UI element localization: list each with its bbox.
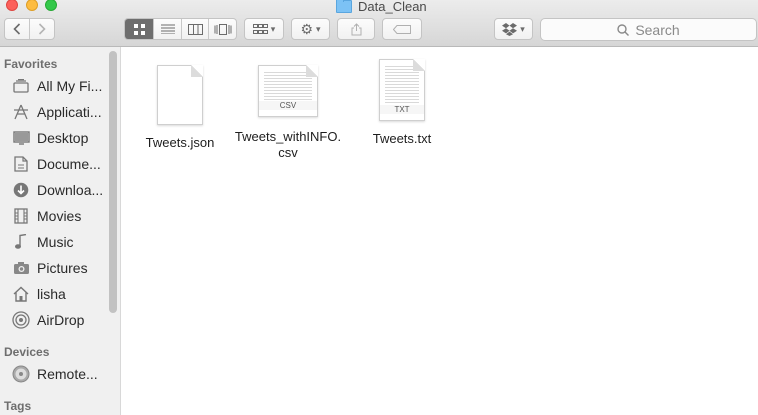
file-name: Tweets.txt	[372, 131, 432, 146]
list-icon	[160, 24, 175, 34]
sidebar-item-music[interactable]: Music	[0, 231, 112, 253]
file-browser-content: Tweets.json CSV Tweets_withINFO. csv TXT…	[121, 47, 758, 415]
chevron-right-icon	[38, 23, 46, 35]
chevron-down-icon: ▾	[270, 23, 276, 34]
zoom-window-button[interactable]	[45, 0, 57, 11]
close-window-button[interactable]	[6, 0, 18, 11]
sidebar-item-label: Remote...	[37, 366, 98, 382]
file-item-tweets-withinfo-csv[interactable]: CSV Tweets_withINFO. csv	[233, 65, 343, 161]
csv-file-icon: CSV	[258, 65, 318, 117]
sidebar: Favorites All My Fi... Applicati... Desk…	[0, 47, 121, 415]
file-item-tweets-txt[interactable]: TXT Tweets.txt	[362, 59, 442, 147]
icon-view-button[interactable]	[125, 19, 154, 39]
forward-button[interactable]	[30, 19, 54, 39]
sidebar-item-downloads[interactable]: Downloa...	[0, 179, 112, 201]
documents-icon	[11, 155, 31, 173]
tag-icon	[393, 24, 411, 34]
sidebar-item-label: Pictures	[37, 260, 88, 276]
arrange-icon	[252, 24, 268, 34]
search-placeholder: Search	[635, 21, 680, 38]
sidebar-item-movies[interactable]: Movies	[0, 205, 112, 227]
sidebar-item-label: Desktop	[37, 130, 89, 146]
txt-badge: TXT	[380, 105, 424, 114]
action-button[interactable]: ⚙ ▾	[291, 18, 330, 40]
airdrop-icon	[11, 311, 31, 329]
arrange-button[interactable]: ▾	[244, 18, 284, 40]
tags-button[interactable]	[382, 18, 422, 40]
back-forward-buttons	[4, 18, 55, 40]
sidebar-scrollbar[interactable]	[109, 51, 117, 313]
downloads-icon	[11, 181, 31, 199]
txt-file-icon: TXT	[379, 59, 425, 121]
view-mode-control	[124, 18, 237, 40]
column-view-button[interactable]	[182, 19, 209, 39]
sidebar-item-label: AirDrop	[37, 312, 85, 328]
sidebar-item-desktop[interactable]: Desktop	[0, 127, 112, 149]
devices-header: Devices	[4, 345, 50, 359]
csv-badge: CSV	[259, 101, 317, 110]
all-files-icon	[11, 77, 31, 95]
sidebar-item-all-my-files[interactable]: All My Fi...	[0, 75, 112, 97]
columns-icon	[187, 23, 203, 35]
back-button[interactable]	[5, 19, 30, 39]
folder-icon	[336, 0, 352, 13]
icon-grid-icon	[133, 23, 145, 35]
window-title: Data_Clean	[336, 0, 427, 14]
cover-flow-view-button[interactable]	[209, 19, 236, 39]
movies-icon	[11, 207, 31, 225]
sidebar-item-label: Downloa...	[37, 182, 104, 198]
json-file-icon	[157, 65, 203, 125]
txt-preview-lines	[385, 66, 419, 106]
dropbox-icon	[502, 22, 518, 36]
file-name-line2: csv	[278, 145, 298, 160]
gear-icon: ⚙	[300, 21, 314, 37]
chevron-down-icon: ▾	[520, 23, 525, 34]
file-name-line1: Tweets_withINFO.	[234, 129, 342, 144]
window-title-text: Data_Clean	[358, 0, 427, 14]
sidebar-item-pictures[interactable]: Pictures	[0, 257, 112, 279]
sidebar-item-label: Music	[37, 234, 74, 250]
file-name: Tweets.json	[145, 135, 215, 150]
search-icon	[617, 23, 630, 36]
sidebar-item-documents[interactable]: Docume...	[0, 153, 112, 175]
sidebar-item-airdrop[interactable]: AirDrop	[0, 309, 112, 331]
search-field[interactable]: Search	[540, 18, 757, 41]
sidebar-item-remote-disc[interactable]: Remote...	[0, 363, 112, 385]
chevron-down-icon: ▾	[316, 23, 321, 34]
desktop-icon	[11, 129, 31, 147]
chevron-left-icon	[13, 23, 21, 35]
share-button[interactable]	[337, 18, 375, 40]
sidebar-item-applications[interactable]: Applicati...	[0, 101, 112, 123]
sidebar-item-label: Applicati...	[37, 104, 102, 120]
tags-header: Tags	[4, 399, 32, 413]
sidebar-item-label: Docume...	[37, 156, 101, 172]
sidebar-item-home[interactable]: lisha	[0, 283, 112, 305]
applications-icon	[11, 103, 31, 121]
favorites-header: Favorites	[4, 57, 58, 71]
cover-flow-icon	[214, 23, 231, 35]
sidebar-item-label: Movies	[37, 208, 82, 224]
dropbox-button[interactable]: ▾	[494, 18, 533, 40]
remote-disc-icon	[11, 365, 31, 383]
file-item-tweets-json[interactable]: Tweets.json	[141, 65, 219, 151]
file-name: Tweets_withINFO. csv	[235, 129, 341, 161]
pictures-icon	[11, 259, 31, 277]
sidebar-item-label: All My Fi...	[37, 78, 103, 94]
share-icon	[351, 22, 361, 35]
music-icon	[11, 233, 31, 251]
window-toolbar: Data_Clean ▾ ⚙ ▾ ▾ Search	[0, 0, 758, 47]
home-icon	[11, 285, 31, 303]
sidebar-item-label: lisha	[37, 286, 66, 302]
minimize-window-button[interactable]	[26, 0, 38, 11]
list-view-button[interactable]	[154, 19, 182, 39]
